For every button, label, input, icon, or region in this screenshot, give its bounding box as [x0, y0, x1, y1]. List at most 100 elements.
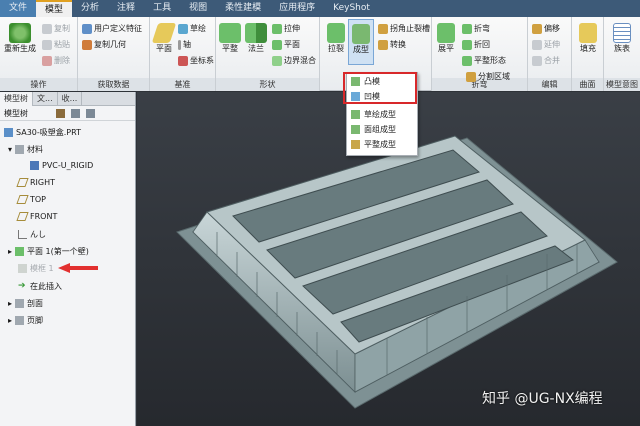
- tree-item-top[interactable]: TOP: [16, 195, 46, 204]
- offset-icon: [532, 23, 542, 34]
- tree-item-material-value[interactable]: PVC-U_RIGID: [30, 161, 93, 170]
- bend-icon: [462, 23, 472, 34]
- sidebar-tabs: 模型树 文... 收...: [0, 92, 135, 106]
- offset-button[interactable]: 偏移: [532, 23, 560, 34]
- tree-filter-icon[interactable]: [56, 108, 65, 118]
- material-icon: [15, 145, 25, 154]
- sketch-button[interactable]: 草绘: [178, 23, 206, 34]
- group-label-model-intent: 模型意图: [604, 78, 640, 91]
- tab-analysis[interactable]: 分析: [72, 0, 108, 17]
- extrude-button[interactable]: 拉伸: [272, 23, 300, 34]
- axis-button[interactable]: 轴: [178, 39, 191, 50]
- tab-file[interactable]: 文件: [0, 0, 37, 17]
- quilt-form-icon: [351, 125, 360, 134]
- plane-button[interactable]: 平面: [151, 23, 177, 54]
- expand-icon[interactable]: ▸: [8, 299, 12, 308]
- footer-icon: [15, 316, 25, 325]
- paste-button[interactable]: 粘贴: [42, 39, 70, 50]
- group-get-data: 用户定义特征 复制几何 获取数据: [78, 17, 150, 91]
- group-surfaces: 填充 曲面: [572, 17, 604, 91]
- fill-button[interactable]: 填充: [576, 23, 600, 54]
- datum-plane-icon: [16, 195, 29, 204]
- corner-relief-button[interactable]: 拐角止裂槽: [378, 23, 430, 34]
- tab-favorites[interactable]: 收...: [58, 92, 83, 106]
- paste-icon: [42, 39, 52, 50]
- group-label-get-data: 获取数据: [78, 78, 149, 91]
- csys-icon: [178, 55, 188, 66]
- tree-item-csys[interactable]: んし: [18, 229, 46, 240]
- delete-button[interactable]: 删除: [42, 55, 70, 66]
- bend-button[interactable]: 折弯: [462, 23, 490, 34]
- highlight-box: [343, 72, 417, 104]
- tree-settings-icon[interactable]: [71, 108, 80, 118]
- tab-tools[interactable]: 工具: [144, 0, 180, 17]
- extrude-cut-button[interactable]: 拉裂: [324, 23, 348, 54]
- flat-state-button[interactable]: 平整形态: [462, 55, 506, 66]
- tree-item-sections[interactable]: ▸ 剖面: [8, 298, 43, 309]
- expand-icon[interactable]: ▸: [8, 316, 12, 325]
- tab-keyshot[interactable]: KeyShot: [324, 0, 379, 17]
- merge-button[interactable]: 合并: [532, 55, 560, 66]
- tab-model[interactable]: 模型: [36, 0, 73, 17]
- model-tree-toolbar: 模型树: [0, 106, 135, 121]
- axis-icon: [178, 39, 181, 50]
- group-label-shapes: 形状: [216, 78, 319, 91]
- boundary-blend-icon: [272, 55, 282, 66]
- bend-back-button[interactable]: 折回: [462, 39, 490, 50]
- datum-plane-icon: [16, 212, 29, 221]
- boundary-blend-button[interactable]: 边界混合: [272, 55, 316, 66]
- tree-item-footer[interactable]: ▸ 页脚: [8, 315, 43, 326]
- csys-button[interactable]: 坐标系: [178, 55, 214, 66]
- tab-applications[interactable]: 应用程序: [270, 0, 324, 17]
- menu-item-quilt-form[interactable]: 面组成型: [351, 124, 396, 135]
- model-tree: SA30-吸塑盒.PRT ▾ 材料 PVC-U_RIGID RIGHT TOP F…: [0, 121, 135, 421]
- flat-button[interactable]: 平面: [272, 39, 300, 50]
- tab-flexible-modeling[interactable]: 柔性建模: [216, 0, 270, 17]
- tree-item-insert-here[interactable]: ➔ 在此插入: [18, 281, 62, 292]
- user-defined-feature-button[interactable]: 用户定义特征: [82, 23, 142, 34]
- tab-annotate[interactable]: 注释: [108, 0, 144, 17]
- menu-item-flatten-form[interactable]: 平整成型: [351, 139, 396, 150]
- tab-folder-browser[interactable]: 文...: [33, 92, 58, 106]
- flange-button[interactable]: 法兰: [244, 23, 268, 54]
- tree-item-right[interactable]: RIGHT: [16, 178, 55, 187]
- flange-icon: [245, 23, 267, 43]
- expand-icon[interactable]: ▾: [8, 145, 12, 154]
- tree-item-plane-wall[interactable]: ▸ 平面 1(第一个壁): [8, 246, 89, 257]
- group-operations: 重新生成 复制 粘贴 删除 操作: [0, 17, 78, 91]
- sketch-icon: [178, 23, 188, 34]
- family-table-icon: [613, 23, 631, 43]
- tree-item-front[interactable]: FRONT: [16, 212, 57, 221]
- planar-wall-icon: [15, 247, 25, 256]
- family-table-button[interactable]: 族表: [608, 23, 636, 54]
- copy-button[interactable]: 复制: [42, 23, 70, 34]
- mirror-icon: [532, 39, 542, 50]
- delete-icon: [42, 55, 52, 66]
- group-label-datum: 基准: [150, 78, 215, 91]
- part-icon: [4, 128, 13, 137]
- bend-back-icon: [462, 39, 472, 50]
- ribbon: 重新生成 复制 粘贴 删除 操作 用户定义特征 复制几何 获取数据 平面 草绘 …: [0, 17, 640, 91]
- tree-item-material[interactable]: ▾ 材料: [8, 144, 43, 155]
- tree-item-form[interactable]: 模框 1: [18, 263, 54, 274]
- ribbon-tab-bar: 文件 模型 分析 注释 工具 视图 柔性建模 应用程序 KeyShot: [0, 0, 640, 17]
- group-label-operations: 操作: [0, 78, 77, 91]
- form-button[interactable]: 成型: [348, 19, 374, 65]
- tab-model-tree[interactable]: 模型树: [0, 92, 33, 106]
- group-editing: 偏移 延伸 合并 编辑: [528, 17, 572, 91]
- split-area-button[interactable]: 分割区域: [466, 71, 510, 82]
- unbend-button[interactable]: 展平: [434, 23, 458, 54]
- mirror-button[interactable]: 延伸: [532, 39, 560, 50]
- copy-icon: [42, 23, 52, 34]
- insert-arrow-icon: ➔: [18, 281, 26, 291]
- convert-button[interactable]: 转换: [378, 39, 406, 50]
- regenerate-button[interactable]: 重新生成: [2, 23, 38, 54]
- form-feature-icon: [18, 264, 27, 273]
- tree-item-part[interactable]: SA30-吸塑盒.PRT: [4, 127, 81, 138]
- tree-columns-icon[interactable]: [86, 108, 95, 118]
- planar-button[interactable]: 平整: [218, 23, 242, 54]
- expand-icon[interactable]: ▸: [8, 247, 12, 256]
- tab-view[interactable]: 视图: [180, 0, 216, 17]
- menu-item-sketch-form[interactable]: 草绘成型: [351, 109, 396, 120]
- copy-geometry-button[interactable]: 复制几何: [82, 39, 126, 50]
